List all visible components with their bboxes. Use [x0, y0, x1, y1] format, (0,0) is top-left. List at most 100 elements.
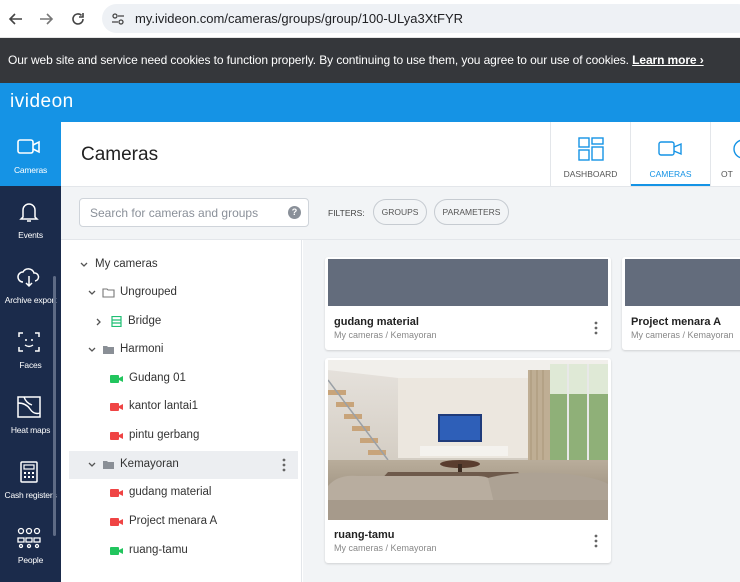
folder-icon [102, 344, 115, 355]
sidebar-item-label: Events [18, 230, 43, 240]
tab-dashboard[interactable]: DASHBOARD [550, 122, 630, 186]
tree-item-camera[interactable]: Project menara A [61, 508, 301, 536]
camera-offline-icon [110, 431, 124, 441]
tree-item-camera[interactable]: ruang-tamu [61, 537, 301, 565]
tree-item-label: ruang-tamu [129, 544, 188, 556]
camera-card-path: My cameras / Kemayoran [334, 330, 437, 340]
search-input[interactable] [79, 198, 309, 227]
chevron-down-icon[interactable] [87, 460, 97, 470]
tree-item-bridge[interactable]: Bridge [61, 308, 301, 336]
camera-card[interactable]: Project menara A My cameras / Kemayoran [622, 257, 740, 350]
tree-item-kemayoran[interactable]: Kemayoran [69, 451, 298, 479]
sidebar-item-faces[interactable]: Faces [0, 317, 61, 381]
parameters-filter-button[interactable]: PARAMETERS [434, 199, 509, 225]
tab-label: DASHBOARD [563, 169, 618, 179]
sidebar-scrollbar[interactable] [53, 276, 56, 536]
face-scan-icon [15, 329, 43, 355]
partial-icon [731, 137, 740, 161]
video-camera-icon [658, 137, 684, 161]
more-vertical-icon[interactable] [594, 533, 598, 549]
tree-item-label: Gudang 01 [129, 372, 186, 384]
camera-card[interactable]: gudang material My cameras / Kemayoran [325, 257, 611, 350]
filters-label: FILTERS: [328, 208, 365, 218]
chevron-down-icon[interactable] [87, 345, 97, 355]
back-arrow-icon[interactable] [6, 9, 26, 29]
ivideon-logo[interactable]: ivideon [10, 91, 74, 113]
cloud-download-icon [15, 264, 43, 290]
sidebar-item-cash-registers[interactable]: Cash registers [0, 447, 61, 511]
tree-item-my-cameras[interactable]: My cameras [61, 251, 301, 279]
browser-toolbar: my.ivideon.com/cameras/groups/group/100-… [0, 0, 740, 38]
left-sidebar: Cameras Events Archive export Faces Heat… [0, 122, 61, 582]
camera-offline-icon [110, 402, 124, 412]
sidebar-item-heat-maps[interactable]: Heat maps [0, 382, 61, 446]
more-vertical-icon[interactable] [594, 320, 598, 336]
tree-item-label: Project menara A [129, 515, 218, 527]
camera-thumbnail-living-room[interactable] [327, 360, 608, 520]
cookie-text: Our web site and service need cookies to… [8, 53, 629, 67]
tree-item-label: My cameras [95, 258, 158, 270]
camera-grid: gudang material My cameras / Kemayoran P… [303, 240, 740, 582]
chevron-down-icon[interactable] [79, 260, 89, 270]
sidebar-item-cameras[interactable]: Cameras [0, 122, 61, 186]
chevron-right-icon[interactable] [94, 317, 104, 327]
tree-item-label: kantor lantai1 [129, 400, 199, 412]
tree-item-camera[interactable]: kantor lantai1 [61, 393, 301, 421]
cookie-banner: Our web site and service need cookies to… [0, 38, 740, 83]
learn-more-link[interactable]: Learn more › [632, 53, 704, 67]
page-title: Cameras [81, 144, 159, 165]
tree-item-camera[interactable]: pintu gerbang [61, 422, 301, 450]
camera-online-icon [110, 374, 124, 384]
forward-arrow-icon[interactable] [36, 9, 56, 29]
page-header: Cameras DASHBOARD CAMERAS OT [61, 122, 740, 187]
camera-card-name: gudang material [334, 316, 419, 328]
tree-item-label: pintu gerbang [129, 429, 200, 441]
camera-thumbnail-offline[interactable] [328, 259, 608, 306]
sidebar-item-label: Archive export [4, 295, 57, 305]
camera-offline-icon [110, 488, 124, 498]
camera-offline-icon [110, 517, 124, 527]
sidebar-item-label: Heat maps [10, 425, 51, 435]
cash-register-icon [15, 459, 43, 485]
video-camera-icon [15, 134, 43, 160]
tab-partial[interactable]: OT [710, 122, 740, 186]
folder-icon [102, 459, 115, 470]
tab-label: OT [721, 169, 733, 179]
people-icon [15, 524, 43, 550]
living-room-image [327, 360, 608, 520]
camera-online-icon [110, 546, 124, 556]
camera-card-path: My cameras / Kemayoran [631, 330, 734, 340]
tree-item-label: Kemayoran [120, 458, 179, 470]
site-settings-icon[interactable] [110, 11, 126, 27]
camera-card-name: ruang-tamu [334, 529, 395, 541]
sidebar-item-events[interactable]: Events [0, 187, 61, 251]
groups-filter-button[interactable]: GROUPS [373, 199, 427, 225]
reload-icon[interactable] [68, 9, 88, 29]
tree-item-camera[interactable]: gudang material [61, 479, 301, 507]
camera-card-name: Project menara A [631, 316, 722, 328]
active-tab-indicator [631, 184, 711, 186]
more-vertical-icon[interactable] [282, 457, 286, 473]
heat-map-icon [15, 394, 43, 420]
tree-item-ungrouped[interactable]: Ungrouped [61, 279, 301, 307]
sidebar-item-label: Faces [19, 360, 42, 370]
sidebar-item-label: People [17, 555, 44, 565]
camera-tree: My cameras Ungrouped Bridge Harmoni Guda… [61, 240, 302, 582]
tab-label: CAMERAS [649, 169, 692, 179]
tree-item-harmoni[interactable]: Harmoni [61, 336, 301, 364]
tab-cameras[interactable]: CAMERAS [630, 122, 711, 186]
tree-item-label: Ungrouped [120, 286, 177, 298]
chevron-down-icon[interactable] [87, 288, 97, 298]
tree-item-label: gudang material [129, 486, 212, 498]
sidebar-item-archive-export[interactable]: Archive export [0, 252, 61, 316]
tree-item-label: Bridge [128, 315, 162, 327]
url-text: my.ivideon.com/cameras/groups/group/100-… [135, 11, 464, 26]
help-icon[interactable]: ? [288, 206, 301, 219]
tree-item-label: Harmoni [120, 343, 164, 355]
folder-outline-icon [102, 287, 115, 298]
address-bar[interactable]: my.ivideon.com/cameras/groups/group/100-… [102, 4, 740, 33]
sidebar-item-people[interactable]: People [0, 512, 61, 576]
camera-thumbnail-offline[interactable] [625, 259, 740, 306]
tree-item-camera[interactable]: Gudang 01 [61, 365, 301, 393]
camera-card[interactable]: ruang-tamu My cameras / Kemayoran [325, 358, 611, 563]
